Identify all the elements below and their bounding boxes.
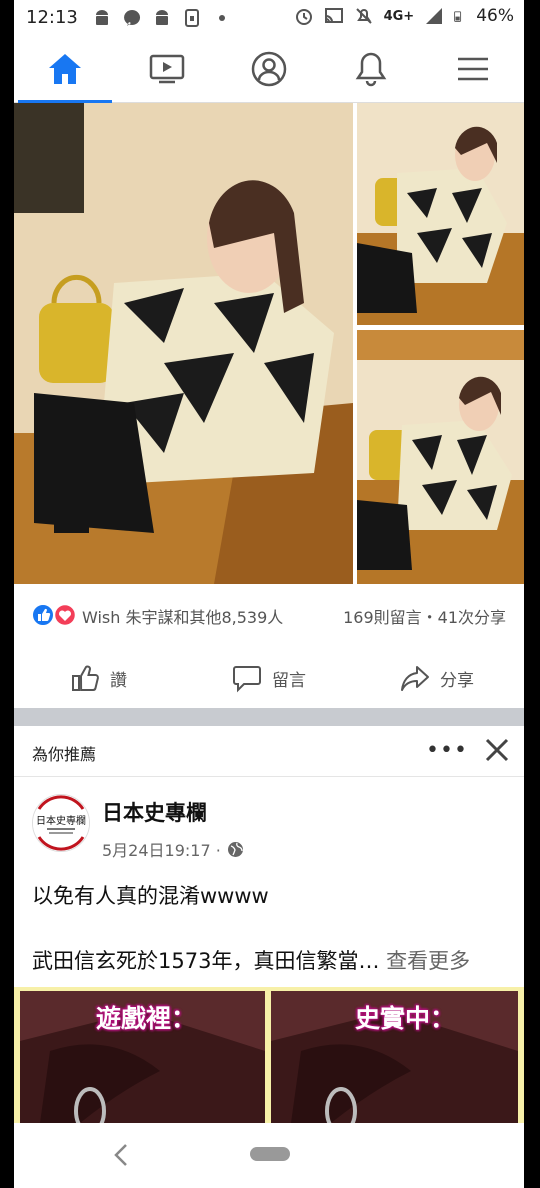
- nav-menu[interactable]: [422, 36, 524, 102]
- like-button[interactable]: 讚: [70, 650, 127, 706]
- recommendation-header: 為你推薦 •••: [14, 726, 524, 777]
- signal-icon: [426, 8, 443, 24]
- post-image[interactable]: 遊戲裡： 史實中：: [14, 987, 524, 1123]
- android-icon: [156, 10, 168, 25]
- battery-icon: [454, 11, 462, 22]
- see-more-link[interactable]: 查看更多: [386, 949, 470, 973]
- recommendation-title: 為你推薦: [32, 745, 97, 764]
- reaction-names[interactable]: Wish 朱宇謀和其他8,539人: [82, 604, 283, 628]
- home-icon: [49, 54, 81, 84]
- reaction-icons: [32, 604, 77, 626]
- comment-share-counts[interactable]: 169則留言・41次分享: [343, 604, 506, 628]
- meme-caption-right: 史實中：: [355, 1004, 456, 1033]
- dot-icon: [219, 15, 225, 21]
- nav-profile[interactable]: [218, 36, 320, 102]
- status-bar: 12:13 4G+ 46%: [14, 0, 524, 36]
- post-actions: 讚 留言 分享: [14, 650, 524, 706]
- sim-icon: [185, 9, 199, 27]
- page-avatar[interactable]: 日本史専欄: [32, 794, 90, 852]
- post-meta: 5月24日19:17 ·: [102, 837, 244, 861]
- avatar-text: 日本史専欄: [36, 814, 86, 827]
- notification-icons: [92, 8, 232, 28]
- meme-panel-right: 史實中：: [271, 991, 518, 1123]
- profile-icon: [251, 51, 287, 87]
- share-button[interactable]: 分享: [400, 650, 474, 706]
- reactions-summary[interactable]: Wish 朱宇謀和其他8,539人 169則留言・41次分享: [14, 594, 524, 634]
- post-photo-grid: [14, 103, 524, 584]
- messenger-icon: [124, 10, 141, 26]
- love-icon: [53, 604, 77, 626]
- cast-icon: [324, 8, 343, 23]
- mute-icon: [355, 8, 372, 24]
- system-icons: 4G+ 46%: [294, 6, 514, 26]
- home-pill-button[interactable]: [250, 1147, 290, 1161]
- post-photo-bottom-right[interactable]: [357, 330, 524, 584]
- close-icon[interactable]: [484, 737, 510, 763]
- back-icon[interactable]: [110, 1141, 134, 1169]
- phone-screen: 12:13 4G+ 46% Wish 朱宇謀和其他8,539人 169則留言・4…: [14, 0, 524, 1188]
- share-icon: [401, 666, 429, 691]
- video-icon: [149, 54, 185, 84]
- menu-icon: [458, 57, 488, 81]
- alarm-icon: [295, 9, 312, 25]
- thumbs-up-icon: [72, 665, 99, 691]
- comment-button[interactable]: 留言: [232, 650, 306, 706]
- feed-divider: [14, 708, 524, 726]
- share-label: 分享: [440, 670, 474, 691]
- globe-icon: [227, 841, 243, 857]
- post-text-line: 以免有人真的混淆wwww: [32, 884, 269, 908]
- clock: 12:13: [26, 7, 78, 28]
- more-options-button[interactable]: •••: [426, 738, 468, 763]
- system-nav-bar: [14, 1123, 524, 1188]
- network-type: 4G+: [383, 8, 415, 24]
- nav-watch[interactable]: [116, 36, 218, 102]
- post-text-truncated: 武田信玄死於1573年，真田信繁當…: [32, 949, 380, 973]
- nav-home[interactable]: [14, 36, 116, 103]
- comment-label: 留言: [272, 670, 306, 691]
- post-timestamp[interactable]: 5月24日19:17 ·: [102, 837, 221, 861]
- top-nav: [14, 36, 524, 103]
- page-name[interactable]: 日本史專欄: [102, 797, 207, 827]
- like-label: 讚: [110, 670, 127, 691]
- meme-panel-left: 遊戲裡：: [20, 991, 265, 1123]
- post-photo-top-right[interactable]: [357, 103, 524, 325]
- android-icon: [96, 10, 108, 25]
- post-photo-main[interactable]: [14, 103, 353, 584]
- meme-caption-left: 遊戲裡：: [96, 1004, 197, 1033]
- battery-percent: 46%: [476, 6, 514, 26]
- nav-notifications[interactable]: [320, 36, 422, 102]
- comment-icon: [233, 666, 261, 693]
- bell-icon: [355, 52, 387, 87]
- post-text-line: 武田信玄死於1573年，真田信繁當… 查看更多: [32, 945, 470, 975]
- like-icon: [32, 604, 54, 626]
